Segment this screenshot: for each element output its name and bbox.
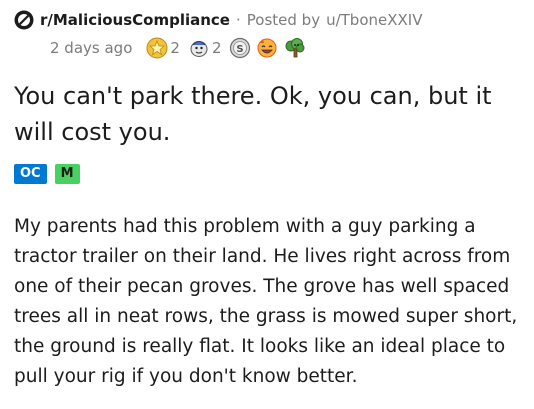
award-laughing[interactable] bbox=[255, 37, 279, 59]
post-body: My parents had this problem with a guy p… bbox=[14, 216, 518, 387]
post-meta: 2 days ago 2 2 S bbox=[50, 36, 307, 60]
award-gold-star[interactable]: 2 bbox=[146, 36, 184, 60]
subreddit-link[interactable]: r/MaliciousCompliance bbox=[40, 8, 230, 32]
award-tree[interactable] bbox=[283, 37, 307, 59]
gold-star-award-icon bbox=[146, 37, 168, 59]
reddit-post: r/MaliciousCompliance · Posted by u/Tbon… bbox=[0, 0, 534, 409]
laughing-face-award-icon bbox=[257, 38, 277, 58]
award-wholesome[interactable]: 2 bbox=[188, 36, 226, 60]
post-timestamp[interactable]: 2 days ago bbox=[50, 36, 132, 60]
post-header: r/MaliciousCompliance · Posted by u/Tbon… bbox=[14, 8, 524, 32]
silver-coin-award-icon: S bbox=[230, 37, 251, 59]
award-count: 2 bbox=[170, 39, 180, 57]
svg-text:S: S bbox=[237, 44, 244, 55]
tree-award-icon bbox=[285, 38, 305, 58]
subreddit-icon[interactable] bbox=[14, 10, 34, 30]
flair-oc[interactable]: OC bbox=[14, 164, 47, 184]
award-count: 2 bbox=[211, 39, 222, 57]
flair-m[interactable]: M bbox=[54, 164, 80, 184]
post-flairs: OC M bbox=[14, 164, 80, 184]
posted-by-label: Posted by bbox=[246, 11, 321, 29]
author-link[interactable]: u/TboneXXIV bbox=[326, 8, 422, 32]
award-silver[interactable]: S bbox=[229, 37, 251, 59]
wholesome-award-icon bbox=[190, 41, 208, 57]
post-title[interactable]: You can't park there. Ok, you can, but i… bbox=[14, 78, 524, 150]
separator-dot: · bbox=[235, 11, 241, 29]
